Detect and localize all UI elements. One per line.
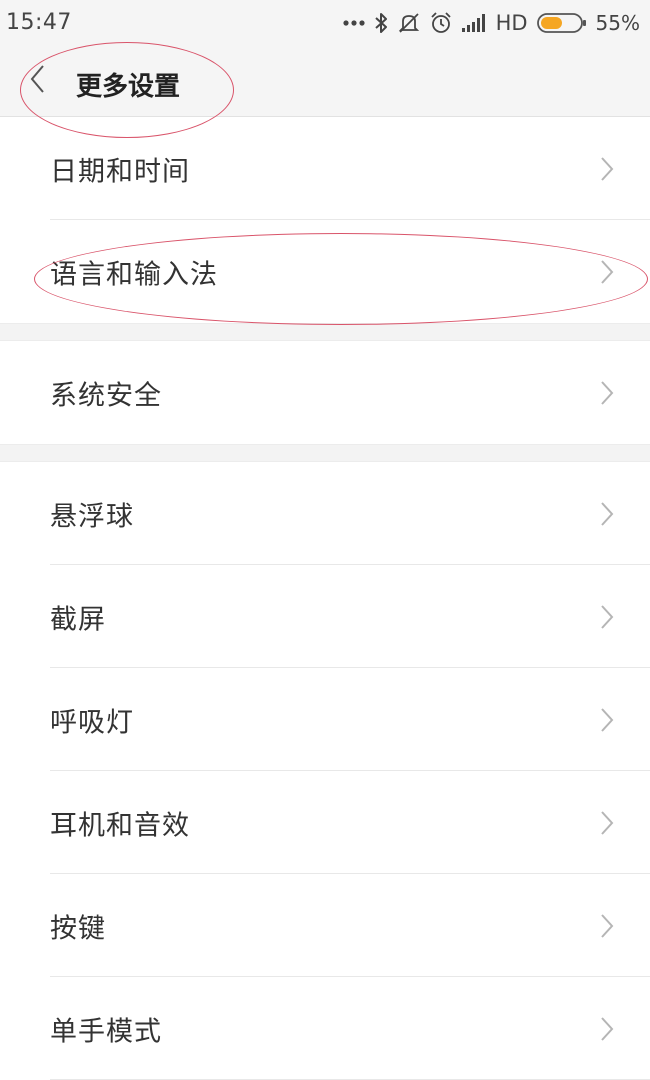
settings-item-breathing-light[interactable]: 呼吸灯 <box>0 668 650 771</box>
title-bar: 更多设置 <box>0 46 650 117</box>
signal-icon <box>461 14 487 32</box>
settings-list: 日期和时间 语言和输入法 系统安全 悬浮球 截屏 呼吸灯 耳机和音效 按键 单手 <box>0 117 650 1080</box>
chevron-right-icon <box>601 913 614 938</box>
bluetooth-icon <box>374 12 388 34</box>
settings-item-label: 语言和输入法 <box>50 259 218 290</box>
group-separator <box>0 444 650 462</box>
chevron-right-icon <box>601 380 614 405</box>
settings-item-label: 系统安全 <box>50 380 162 411</box>
status-bar: 15:47 HD 55% <box>0 0 650 46</box>
settings-item-screenshot[interactable]: 截屏 <box>0 565 650 668</box>
more-dots-icon <box>342 19 365 27</box>
chevron-right-icon <box>601 501 614 526</box>
chevron-right-icon <box>601 604 614 629</box>
settings-item-label: 按键 <box>50 913 106 944</box>
chevron-right-icon <box>601 1016 614 1041</box>
settings-item-system-security[interactable]: 系统安全 <box>0 341 650 444</box>
network-type: HD <box>495 11 528 35</box>
chevron-left-icon <box>29 64 45 98</box>
page-title: 更多设置 <box>76 72 181 102</box>
settings-item-floating-ball[interactable]: 悬浮球 <box>0 462 650 565</box>
back-button[interactable] <box>20 64 54 98</box>
settings-item-label: 单手模式 <box>50 1016 162 1047</box>
chevron-right-icon <box>601 259 614 284</box>
status-time: 15:47 <box>6 10 72 35</box>
settings-item-label: 耳机和音效 <box>50 810 190 841</box>
settings-item-headset-audio[interactable]: 耳机和音效 <box>0 771 650 874</box>
settings-item-one-handed-mode[interactable]: 单手模式 <box>0 977 650 1080</box>
settings-item-label: 呼吸灯 <box>50 707 134 738</box>
alarm-icon <box>430 12 452 34</box>
status-icons: HD 55% <box>342 8 640 38</box>
settings-item-label: 日期和时间 <box>50 156 190 187</box>
settings-item-language-input[interactable]: 语言和输入法 <box>0 220 650 323</box>
settings-item-buttons[interactable]: 按键 <box>0 874 650 977</box>
group-separator <box>0 323 650 341</box>
settings-item-label: 截屏 <box>50 604 106 635</box>
battery-icon <box>536 13 587 33</box>
chevron-right-icon <box>601 707 614 732</box>
chevron-right-icon <box>601 156 614 181</box>
battery-percent: 55% <box>595 11 640 35</box>
settings-item-date-time[interactable]: 日期和时间 <box>0 117 650 220</box>
chevron-right-icon <box>601 810 614 835</box>
mute-icon <box>397 12 421 34</box>
settings-item-label: 悬浮球 <box>50 501 134 532</box>
